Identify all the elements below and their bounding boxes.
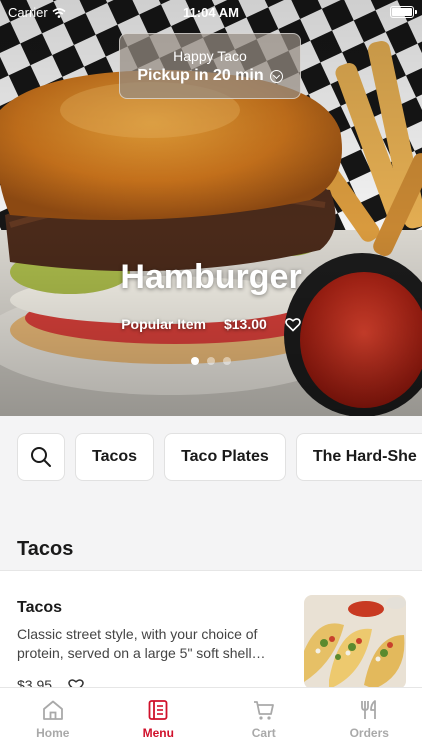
category-chip-taco-plates[interactable]: Taco Plates — [164, 433, 286, 481]
cart-icon — [252, 699, 276, 721]
section-title: Tacos — [17, 538, 73, 561]
popular-badge: Popular Item — [121, 316, 206, 332]
tab-label-cart: Cart — [252, 726, 276, 740]
pickup-time: Pickup in 20 min — [137, 67, 263, 85]
carousel-dots[interactable] — [0, 357, 422, 365]
heart-icon[interactable] — [285, 317, 301, 332]
search-button[interactable] — [17, 433, 65, 481]
tab-home[interactable]: Home — [0, 688, 106, 751]
featured-title: Hamburger — [0, 258, 422, 297]
category-bar: Tacos Taco Plates The Hard-She — [17, 433, 422, 481]
menu-item-image — [304, 595, 406, 689]
tab-orders[interactable]: Orders — [317, 688, 422, 751]
home-icon — [41, 699, 65, 721]
tab-label-menu: Menu — [143, 726, 174, 740]
category-chip-hard-shell[interactable]: The Hard-She — [296, 433, 422, 481]
featured-hero[interactable]: Carrier 11:04 AM Happy Taco Pickup in 20… — [0, 0, 422, 416]
tacos-photo — [304, 595, 406, 689]
tab-label-orders: Orders — [350, 726, 389, 740]
featured-meta: Popular Item $13.00 — [0, 316, 422, 332]
menu-icon — [146, 699, 170, 721]
menu-item-card[interactable]: Tacos Classic street style, with your ch… — [0, 570, 422, 701]
carousel-dot[interactable] — [207, 357, 215, 365]
chevron-down-icon — [270, 70, 283, 83]
status-bar: Carrier 11:04 AM — [0, 0, 422, 24]
carousel-dot[interactable] — [223, 357, 231, 365]
tab-menu[interactable]: Menu — [106, 688, 212, 751]
store-name: Happy Taco — [120, 48, 300, 64]
carousel-dot[interactable] — [191, 357, 199, 365]
search-icon — [30, 446, 52, 468]
category-chip-tacos[interactable]: Tacos — [75, 433, 154, 481]
menu-item-name: Tacos — [17, 599, 62, 617]
pickup-selector[interactable]: Happy Taco Pickup in 20 min — [119, 33, 301, 99]
tab-bar: Home Menu Cart Orders — [0, 687, 422, 751]
clock: 11:04 AM — [0, 5, 422, 20]
tab-cart[interactable]: Cart — [211, 688, 317, 751]
utensils-icon — [357, 699, 381, 721]
featured-price: $13.00 — [224, 316, 267, 332]
menu-item-description: Classic street style, with your choice o… — [17, 625, 289, 663]
battery-icon — [390, 6, 414, 18]
tab-label-home: Home — [36, 726, 69, 740]
